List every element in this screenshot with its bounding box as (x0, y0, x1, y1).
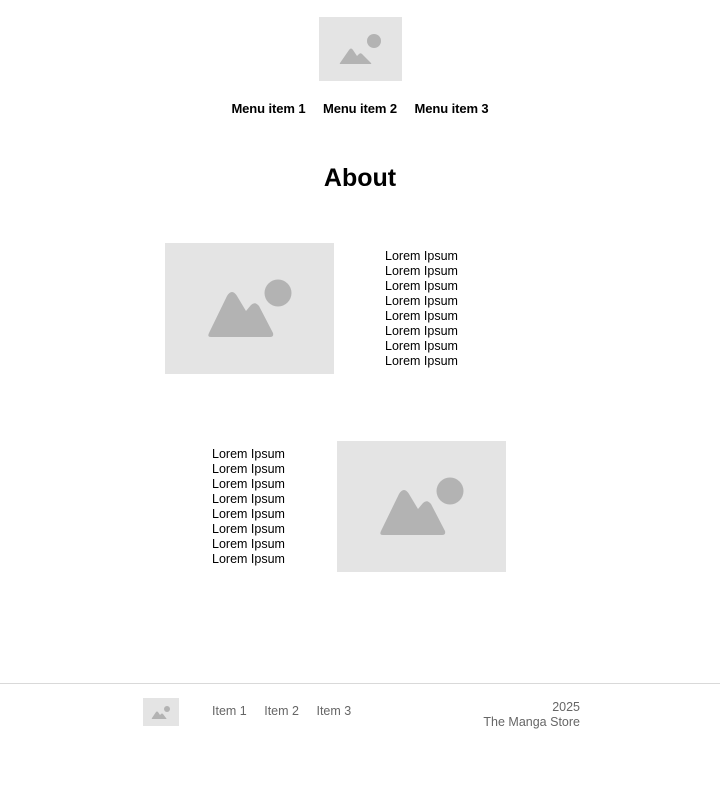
text-line: Lorem Ipsum (385, 324, 458, 338)
menu-item-1[interactable]: Menu item 1 (231, 101, 305, 116)
section1-text: Lorem Ipsum Lorem Ipsum Lorem Ipsum Lore… (385, 249, 458, 369)
text-line: Lorem Ipsum (212, 552, 285, 566)
image-placeholder-icon (151, 706, 170, 719)
section1-image (165, 243, 334, 374)
text-line: Lorem Ipsum (212, 522, 285, 536)
image-placeholder-icon (208, 279, 292, 337)
main-menu: Menu item 1 Menu item 2 Menu item 3 (0, 101, 720, 116)
footer-item-1[interactable]: Item 1 (212, 704, 247, 718)
logo[interactable] (319, 17, 402, 81)
text-line: Lorem Ipsum (212, 477, 285, 491)
footer-item-3[interactable]: Item 3 (316, 704, 351, 718)
footer-company: The Manga Store (483, 715, 580, 729)
text-line: Lorem Ipsum (385, 264, 458, 278)
text-line: Lorem Ipsum (212, 462, 285, 476)
menu-item-3[interactable]: Menu item 3 (415, 101, 489, 116)
footer-logo[interactable] (143, 698, 179, 726)
text-line: Lorem Ipsum (212, 447, 285, 461)
footer-year: 2025 (552, 700, 580, 714)
image-placeholder-icon (380, 477, 464, 535)
footer-divider (0, 683, 720, 684)
section2-image (337, 441, 506, 572)
footer-item-2[interactable]: Item 2 (264, 704, 299, 718)
text-line: Lorem Ipsum (385, 354, 458, 368)
footer-info: 2025 The Manga Store (483, 700, 580, 730)
section2-text: Lorem Ipsum Lorem Ipsum Lorem Ipsum Lore… (212, 447, 285, 567)
text-line: Lorem Ipsum (385, 339, 458, 353)
text-line: Lorem Ipsum (385, 294, 458, 308)
page-title: About (323, 164, 397, 192)
image-placeholder-icon (339, 34, 381, 64)
menu-item-2[interactable]: Menu item 2 (323, 101, 397, 116)
footer-nav: Item 1 Item 2 Item 3 (212, 704, 365, 718)
text-line: Lorem Ipsum (212, 507, 285, 521)
text-line: Lorem Ipsum (385, 279, 458, 293)
text-line: Lorem Ipsum (212, 537, 285, 551)
text-line: Lorem Ipsum (212, 492, 285, 506)
text-line: Lorem Ipsum (385, 309, 458, 323)
text-line: Lorem Ipsum (385, 249, 458, 263)
